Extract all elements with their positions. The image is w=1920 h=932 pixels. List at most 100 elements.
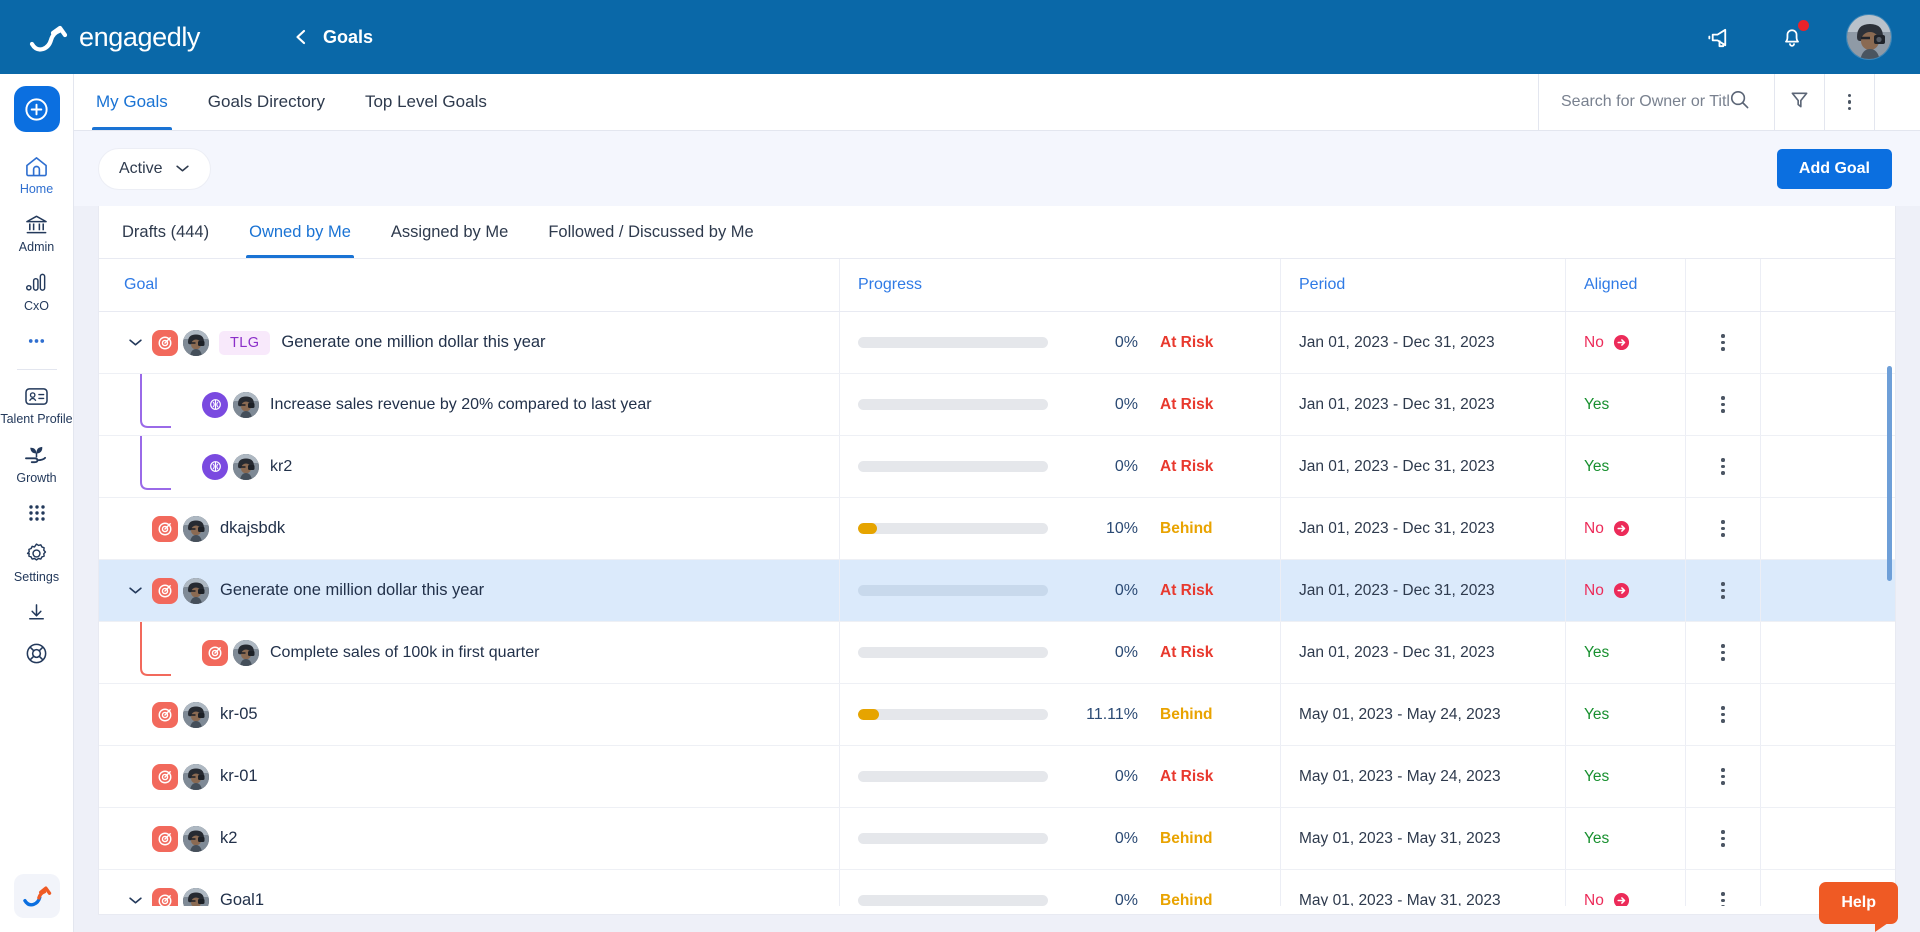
tab-my-goals[interactable]: My Goals: [92, 74, 172, 130]
table-row[interactable]: Increase sales revenue by 20% compared t…: [99, 374, 1895, 436]
table-row[interactable]: TLG Generate one million dollar this yea…: [99, 312, 1895, 374]
goal-title-cell[interactable]: Goal1: [99, 870, 839, 906]
sidebar-item-admin[interactable]: Admin: [0, 202, 74, 260]
goal-title[interactable]: Generate one million dollar this year: [281, 333, 545, 352]
goal-title-cell[interactable]: TLG Generate one million dollar this yea…: [99, 312, 839, 373]
goal-title-cell[interactable]: kr-05: [99, 684, 839, 745]
sidebar-item-growth[interactable]: Growth: [0, 433, 74, 491]
row-menu-button[interactable]: [1685, 808, 1760, 869]
goal-title[interactable]: kr-05: [220, 705, 258, 724]
sidebar-item-apps[interactable]: [0, 491, 74, 532]
row-menu-button[interactable]: [1685, 746, 1760, 807]
sidebar-item-cxo[interactable]: CxO: [0, 261, 74, 319]
subtab-drafts[interactable]: Drafts (444): [119, 206, 212, 258]
vertical-scrollbar[interactable]: [1887, 366, 1892, 581]
sidebar-item-settings[interactable]: Settings: [0, 532, 74, 590]
owner-avatar[interactable]: [183, 825, 209, 852]
goal-title[interactable]: dkajsbdk: [220, 519, 285, 538]
table-row[interactable]: kr-01 0% At Risk May 01, 2023 - May 24, 2…: [99, 746, 1895, 808]
owner-avatar[interactable]: [183, 515, 209, 542]
owner-avatar[interactable]: [183, 887, 209, 906]
owner-avatar[interactable]: [233, 639, 259, 666]
table-row[interactable]: dkajsbdk 10% Behind Jan 01, 2023 - Dec 31…: [99, 498, 1895, 560]
megaphone-icon[interactable]: [1696, 15, 1740, 59]
subtab-followed-discussed[interactable]: Followed / Discussed by Me: [545, 206, 756, 258]
row-expand-chevron[interactable]: [124, 896, 146, 905]
search-icon[interactable]: [1729, 89, 1750, 115]
owner-avatar[interactable]: [233, 453, 259, 480]
table-row[interactable]: k2 0% Behind May 01, 2023 - May 31, 2023 Y…: [99, 808, 1895, 870]
goal-title[interactable]: k2: [220, 829, 237, 848]
sidebar-item-talent-profile[interactable]: Talent Profile: [0, 374, 74, 432]
align-action-arrow-icon[interactable]: [1613, 334, 1630, 351]
owner-avatar[interactable]: [183, 577, 209, 604]
tab-goals-directory[interactable]: Goals Directory: [204, 74, 329, 130]
row-menu-button[interactable]: [1685, 436, 1760, 497]
row-menu-button[interactable]: [1685, 312, 1760, 373]
row-menu-button[interactable]: [1685, 498, 1760, 559]
engagedly-mark-icon[interactable]: [13, 874, 60, 918]
table-row[interactable]: Goal1 0% Behind May 01, 2023 - May 31, 20…: [99, 870, 1895, 906]
owner-avatar[interactable]: [233, 391, 259, 418]
align-action-arrow-icon[interactable]: [1613, 582, 1630, 599]
goal-title-cell[interactable]: kr2: [99, 436, 839, 497]
goal-title-cell[interactable]: Complete sales of 100k in first quarter: [99, 622, 839, 683]
sidebar-item-support[interactable]: [0, 631, 74, 672]
align-action-arrow-icon[interactable]: [1613, 520, 1630, 537]
row-menu-button[interactable]: [1685, 622, 1760, 683]
goal-title-cell[interactable]: Generate one million dollar this year: [99, 560, 839, 621]
filter-button[interactable]: [1774, 74, 1824, 130]
goal-title[interactable]: kr-01: [220, 767, 258, 786]
subtab-assigned-by-me[interactable]: Assigned by Me: [388, 206, 511, 258]
add-goal-button[interactable]: Add Goal: [1776, 148, 1892, 189]
status-filter-dropdown[interactable]: Active: [98, 147, 211, 190]
column-header-period[interactable]: Period: [1280, 259, 1565, 311]
more-options-button[interactable]: [1824, 74, 1874, 130]
row-menu-button[interactable]: [1685, 374, 1760, 435]
goal-title[interactable]: Generate one million dollar this year: [220, 581, 484, 600]
goal-target-icon: [152, 763, 178, 790]
bell-icon[interactable]: [1770, 15, 1814, 59]
column-header-goal[interactable]: Goal: [99, 259, 839, 311]
progress-cell: 10% Behind: [839, 498, 1280, 559]
goal-title-cell[interactable]: k2: [99, 808, 839, 869]
owner-avatar[interactable]: [183, 701, 209, 728]
table-row[interactable]: Generate one million dollar this year 0%…: [99, 560, 1895, 622]
goal-title[interactable]: Complete sales of 100k in first quarter: [270, 644, 539, 662]
sidebar-item-download[interactable]: [0, 590, 74, 631]
row-menu-button[interactable]: [1685, 870, 1760, 906]
row-expand-chevron[interactable]: [124, 586, 146, 595]
goal-title[interactable]: Goal1: [220, 891, 264, 906]
table-row[interactable]: kr2 0% At Risk Jan 01, 2023 - Dec 31, 202…: [99, 436, 1895, 498]
progress-cell: 0% Behind: [839, 808, 1280, 869]
sidebar-item-more[interactable]: [0, 319, 74, 360]
goal-title[interactable]: Increase sales revenue by 20% compared t…: [270, 396, 652, 414]
progress-bar: [858, 833, 1048, 844]
column-header-progress[interactable]: Progress: [839, 259, 1280, 311]
tab-top-level-goals[interactable]: Top Level Goals: [361, 74, 491, 130]
aligned-value: Yes: [1584, 829, 1610, 847]
goal-title-cell[interactable]: Increase sales revenue by 20% compared t…: [99, 374, 839, 435]
help-button[interactable]: Help: [1819, 882, 1898, 932]
goal-title-cell[interactable]: kr-01: [99, 746, 839, 807]
column-header-aligned[interactable]: Aligned: [1565, 259, 1685, 311]
table-row[interactable]: Complete sales of 100k in first quarter …: [99, 622, 1895, 684]
avatar[interactable]: [1846, 14, 1892, 60]
sidebar-item-home[interactable]: Home: [0, 144, 74, 202]
table-row[interactable]: kr-05 11.11% Behind May 01, 2023 - May 24…: [99, 684, 1895, 746]
search-box[interactable]: [1538, 74, 1774, 130]
row-expand-chevron[interactable]: [124, 338, 146, 347]
align-action-arrow-icon[interactable]: [1613, 892, 1630, 906]
add-create-button[interactable]: [13, 86, 60, 132]
goal-title-cell[interactable]: dkajsbdk: [99, 498, 839, 559]
row-menu-button[interactable]: [1685, 684, 1760, 745]
brand-logo-group[interactable]: engagedly: [28, 20, 200, 54]
owner-avatar[interactable]: [183, 763, 209, 790]
breadcrumb-back-goals[interactable]: Goals: [293, 27, 373, 48]
owner-avatar[interactable]: [183, 329, 209, 356]
goal-title[interactable]: kr2: [270, 458, 292, 476]
row-menu-button[interactable]: [1685, 560, 1760, 621]
search-input[interactable]: [1561, 93, 1729, 111]
aligned-value: No: [1584, 891, 1604, 907]
subtab-owned-by-me[interactable]: Owned by Me: [246, 206, 354, 258]
